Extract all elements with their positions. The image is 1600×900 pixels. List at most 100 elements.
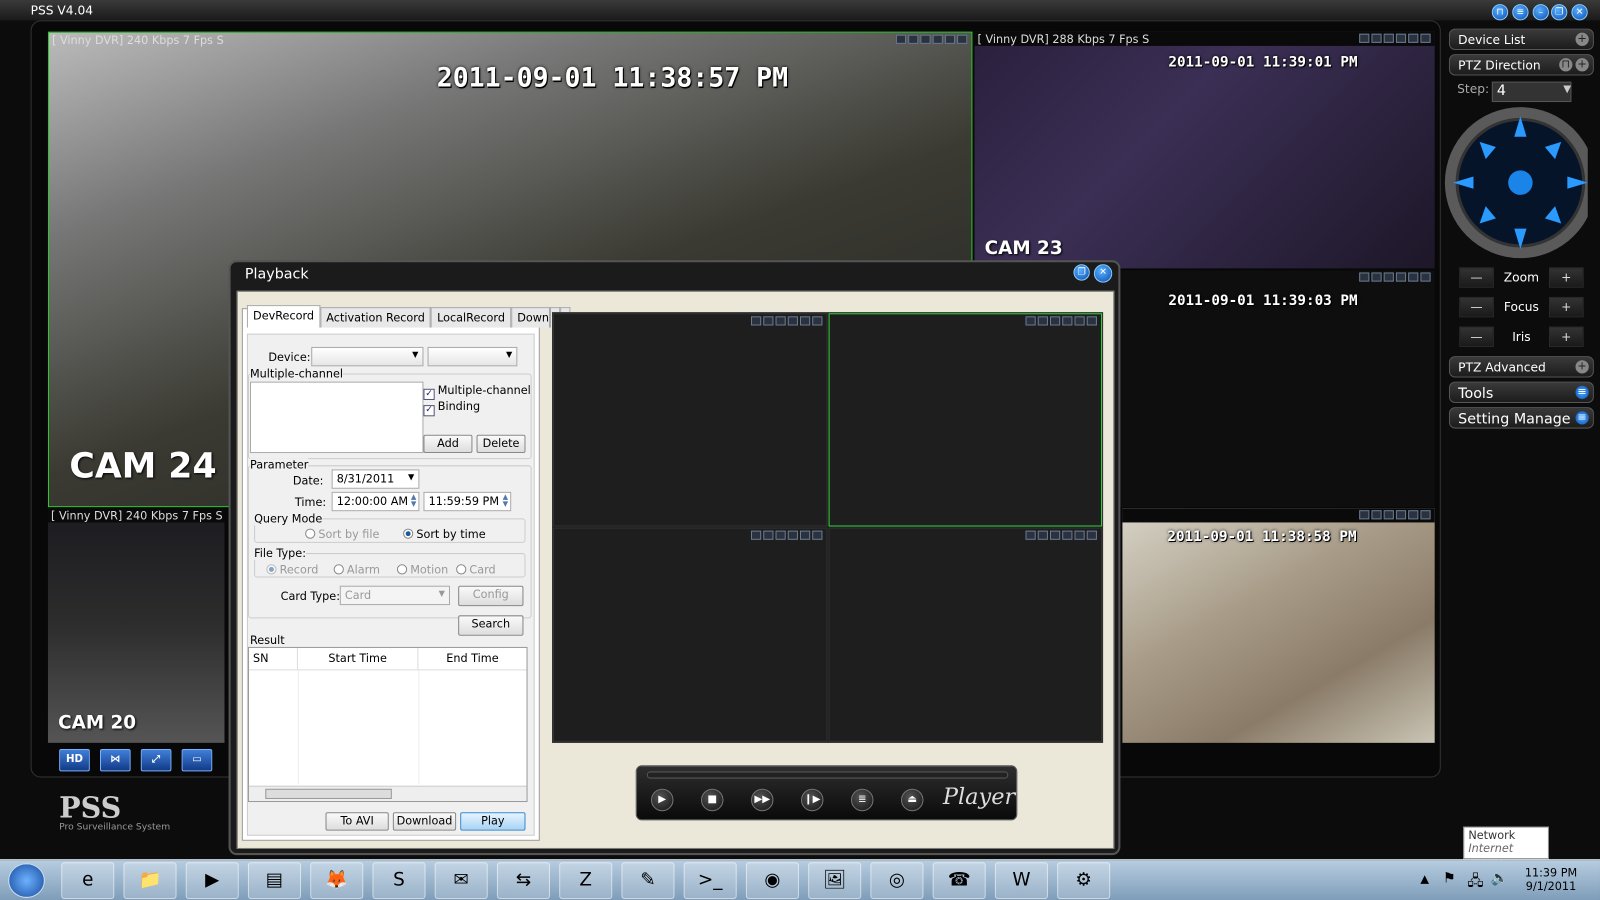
minimize-button[interactable]: –	[1532, 4, 1549, 21]
tray-overflow-icon[interactable]: ▲	[1420, 872, 1429, 885]
end-time-field[interactable]: 11:59:59 PM ▲ ▼	[423, 491, 512, 512]
fast-forward-icon[interactable]: ▶▶	[751, 788, 774, 812]
ptz-direction-pad[interactable]	[1443, 106, 1588, 259]
expand-icon[interactable]: +	[1575, 32, 1589, 46]
alarm-radio[interactable]: Alarm	[333, 563, 380, 577]
iris-plus-button[interactable]: +	[1548, 326, 1584, 347]
start-time-field[interactable]: 12:00:00 AM ▲ ▼	[331, 491, 420, 512]
playback-window-2[interactable]	[828, 313, 1103, 527]
taskbar-thunderbird-icon[interactable]: ✉	[434, 862, 488, 899]
play-icon[interactable]: ▶	[651, 788, 674, 812]
tab-download[interactable]: Downl	[511, 307, 550, 328]
multiple-channel-checkbox[interactable]: ✓ Multiple-channel	[423, 384, 531, 400]
eject-icon[interactable]: ⏏	[901, 788, 924, 812]
restore-button[interactable]: ❐	[1551, 4, 1568, 21]
taskbar-teamviewer-icon[interactable]: ⇆	[496, 862, 550, 899]
video-tile-cam20[interactable]: [ Vinny DVR] 240 Kbps 7 Fps S CAM 20	[47, 508, 225, 743]
tile-controls[interactable]	[1359, 33, 1431, 43]
to-avi-button[interactable]: To AVI	[325, 812, 389, 831]
playback-window-1[interactable]	[553, 313, 828, 527]
taskbar-notepad-icon[interactable]: ✎	[621, 862, 675, 899]
progress-slider[interactable]	[646, 771, 1009, 779]
tile-controls[interactable]	[1359, 272, 1431, 282]
close-button[interactable]: ✕	[1571, 4, 1588, 21]
network-icon[interactable]: 🖧	[1467, 870, 1483, 894]
taskbar-skype-icon[interactable]: S	[372, 862, 426, 899]
zoom-out-button[interactable]: —	[1459, 267, 1494, 288]
sort-by-file-radio[interactable]: Sort by file	[305, 528, 379, 541]
network-tooltip: Network Internet access	[1463, 826, 1549, 868]
restore-button[interactable]: ❐	[1073, 264, 1090, 281]
horizontal-scrollbar[interactable]	[248, 785, 527, 802]
tools-header[interactable]: Tools ≡	[1448, 381, 1594, 404]
iris-minus-button[interactable]: —	[1459, 326, 1494, 347]
video-tile-store[interactable]: 2011-09-01 11:38:58 PM	[1122, 508, 1435, 743]
taskbar-filezilla-icon[interactable]: Z	[559, 862, 613, 899]
expand-icon[interactable]: +	[1575, 360, 1589, 374]
action-center-flag-icon[interactable]: ⚑	[1443, 870, 1456, 886]
taskbar-phone-app-icon[interactable]: ☎	[932, 862, 986, 899]
tab-localrecord[interactable]: LocalRecord	[430, 307, 512, 328]
focus-minus-button[interactable]: —	[1459, 296, 1494, 318]
sort-by-time-radio[interactable]: Sort by time	[403, 528, 486, 541]
channel-list[interactable]	[249, 381, 424, 454]
playback-window-4[interactable]	[828, 527, 1103, 742]
card-type-select[interactable]: Card ▼	[339, 585, 450, 606]
taskbar-chrome-icon[interactable]: ◎	[870, 862, 924, 899]
menu-icon[interactable]: ≡	[1575, 411, 1589, 425]
split-icon[interactable]: ⋈	[99, 748, 131, 772]
taskbar-media-player-icon[interactable]: ▶	[185, 862, 239, 899]
setting-manage-header[interactable]: Setting Manage ≡	[1448, 407, 1594, 429]
download-button[interactable]: Download	[392, 812, 457, 831]
taskbar-firefox-icon[interactable]: 🦊	[310, 862, 364, 899]
taskbar-media-app-icon[interactable]: ◉	[745, 862, 799, 899]
tab-activation-record[interactable]: Activation Record	[320, 307, 431, 328]
lock-icon[interactable]: ⊓	[1559, 58, 1573, 72]
zoom-in-button[interactable]: +	[1548, 267, 1584, 288]
video-tile-cam23[interactable]: [ Vinny DVR] 288 Kbps 7 Fps S 2011-09-01…	[974, 31, 1435, 269]
config-button[interactable]: Config	[458, 585, 524, 607]
taskbar-file-explorer-icon[interactable]: 📁	[123, 862, 177, 899]
step-frame-icon[interactable]: ❙▶	[801, 788, 824, 812]
ptz-advanced-header[interactable]: PTZ Advanced +	[1448, 356, 1594, 378]
search-button[interactable]: Search	[458, 615, 524, 636]
close-button[interactable]: ✕	[1093, 264, 1113, 283]
taskbar-command-prompt-icon[interactable]: >_	[683, 862, 737, 899]
expand-icon[interactable]: +	[1575, 58, 1589, 72]
record-radio[interactable]: Record	[266, 563, 318, 577]
card-radio[interactable]: Card	[456, 563, 496, 577]
taskbar-internet-explorer-icon[interactable]: e	[61, 862, 115, 899]
device-list-header[interactable]: Device List +	[1448, 28, 1594, 50]
delete-button[interactable]: Delete	[476, 434, 526, 454]
tile-controls[interactable]	[895, 34, 968, 44]
tile-controls[interactable]	[1359, 510, 1431, 520]
list-icon[interactable]: ≣	[851, 788, 874, 812]
stop-icon[interactable]: ■	[701, 788, 724, 812]
add-button[interactable]: Add	[423, 434, 473, 454]
step-select[interactable]: 4	[1491, 81, 1572, 103]
menu-icon[interactable]: ≡	[1575, 385, 1589, 399]
device-select[interactable]: ▼	[311, 346, 424, 367]
date-picker[interactable]: 8/31/2011 ▼	[331, 469, 420, 489]
taskbar-remote-app-icon[interactable]: ⚙	[1057, 862, 1111, 899]
motion-radio[interactable]: Motion	[396, 563, 448, 577]
single-view-icon[interactable]: ▭	[181, 748, 213, 772]
clock[interactable]: 11:39 PM 9/1/2011	[1520, 866, 1581, 893]
volume-icon[interactable]: 🔈	[1491, 870, 1509, 886]
chevron-down-icon[interactable]: ▼	[1563, 84, 1571, 95]
fullscreen-icon[interactable]: ⤢	[140, 748, 172, 772]
hd-button[interactable]: HD	[59, 748, 90, 772]
lock-icon[interactable]: ⊓	[1491, 4, 1509, 21]
taskbar-document-icon[interactable]: ▤	[247, 862, 302, 899]
taskbar-word-icon[interactable]: W	[994, 862, 1048, 899]
start-button[interactable]	[8, 863, 45, 898]
binding-checkbox[interactable]: ✓ Binding	[423, 400, 480, 417]
ptz-direction-header[interactable]: PTZ Direction ⊓ +	[1448, 54, 1594, 76]
play-button[interactable]: Play	[460, 812, 526, 831]
tab-devrecord[interactable]: DevRecord	[246, 305, 321, 328]
menu-icon[interactable]: ≡	[1512, 4, 1529, 21]
channel-select[interactable]: ▼	[427, 346, 518, 367]
focus-plus-button[interactable]: +	[1548, 296, 1584, 318]
taskbar-image-viewer-icon[interactable]: 🖼	[808, 862, 862, 899]
playback-window-3[interactable]	[553, 527, 828, 742]
